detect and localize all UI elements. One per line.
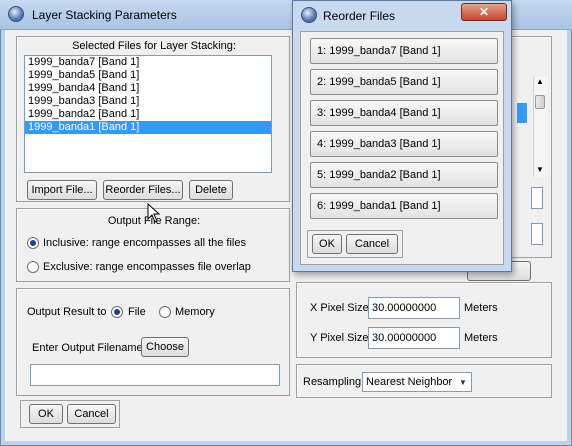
main-cancel-button[interactable]: Cancel xyxy=(67,404,116,424)
output-result-panel: Output Result to File Memory Enter Outpu… xyxy=(16,288,290,396)
output-file-radio[interactable] xyxy=(111,306,123,318)
list-item[interactable]: 1999_banda5 [Band 1] xyxy=(25,69,271,82)
import-file-button[interactable]: Import File... xyxy=(27,180,97,200)
output-filename-label: Enter Output Filename xyxy=(32,342,143,354)
reorder-files-dialog: Reorder Files ✕ OK Cancel 1: 1999_banda7… xyxy=(292,0,512,272)
exclusive-radio[interactable] xyxy=(27,261,39,273)
scroll-thumb[interactable] xyxy=(535,95,545,109)
output-memory-radio[interactable] xyxy=(159,306,171,318)
selected-files-panel: Selected Files for Layer Stacking: 1999_… xyxy=(16,36,290,202)
exclusive-label[interactable]: Exclusive: range encompasses file overla… xyxy=(43,261,251,273)
y-pixel-size-input[interactable]: 30.00000000 xyxy=(368,327,460,349)
inclusive-radio[interactable] xyxy=(27,237,39,249)
app-globe-icon xyxy=(8,6,24,22)
reorder-item[interactable]: 1: 1999_banda7 [Band 1] xyxy=(310,38,498,64)
reorder-item[interactable]: 5: 1999_banda2 [Band 1] xyxy=(310,162,498,188)
list-item[interactable]: 1999_banda2 [Band 1] xyxy=(25,108,271,121)
dropdown-arrow-icon: ▼ xyxy=(459,377,467,387)
dialog-globe-icon xyxy=(301,7,317,23)
delete-button[interactable]: Delete xyxy=(189,180,233,200)
reorder-item[interactable]: 3: 1999_banda4 [Band 1] xyxy=(310,100,498,126)
x-pixel-size-label: X Pixel Size xyxy=(310,302,369,314)
scroll-up-arrow-icon[interactable]: ▲ xyxy=(536,77,544,86)
close-icon[interactable]: ✕ xyxy=(461,3,507,21)
reorder-item[interactable]: 2: 1999_banda5 [Band 1] xyxy=(310,69,498,95)
reorder-item[interactable]: 6: 1999_banda1 [Band 1] xyxy=(310,193,498,219)
inclusive-label[interactable]: Inclusive: range encompasses all the fil… xyxy=(43,237,246,249)
x-pixel-size-unit: Meters xyxy=(464,302,498,314)
scroll-down-arrow-icon[interactable]: ▼ xyxy=(536,165,544,174)
x-pixel-size-input[interactable]: 30.00000000 xyxy=(368,297,460,319)
resampling-panel: Resampling Nearest Neighbor ▼ xyxy=(296,364,552,398)
resampling-label: Resampling xyxy=(303,376,362,388)
list-item[interactable]: 1999_banda4 [Band 1] xyxy=(25,82,271,95)
reorder-dialog-title: Reorder Files xyxy=(323,9,396,23)
selected-files-heading: Selected Files for Layer Stacking: xyxy=(72,40,236,52)
selected-projection-highlight xyxy=(517,103,527,123)
reorder-item[interactable]: 4: 1999_banda3 [Band 1] xyxy=(310,131,498,157)
output-filename-input[interactable] xyxy=(30,364,280,386)
pixel-size-panel: X Pixel Size 30.00000000 Meters Y Pixel … xyxy=(296,282,552,358)
y-pixel-size-label: Y Pixel Size xyxy=(310,332,369,344)
list-item[interactable]: 1999_banda1 [Band 1] xyxy=(25,121,271,134)
reorder-dialog-body: OK Cancel 1: 1999_banda7 [Band 1] 2: 1999… xyxy=(300,31,504,265)
right-scrollbar[interactable]: ▲ ▼ xyxy=(533,77,547,177)
y-pixel-size-unit: Meters xyxy=(464,332,498,344)
datum-field[interactable] xyxy=(531,223,543,245)
main-window-title: Layer Stacking Parameters xyxy=(32,8,177,22)
projection-field[interactable] xyxy=(531,187,543,209)
main-ok-button[interactable]: OK xyxy=(29,404,63,424)
output-memory-label[interactable]: Memory xyxy=(175,306,215,318)
reorder-cancel-button[interactable]: Cancel xyxy=(346,234,398,254)
list-item[interactable]: 1999_banda7 [Band 1] xyxy=(25,56,271,69)
mouse-cursor-icon xyxy=(147,203,161,223)
reorder-files-button[interactable]: Reorder Files... xyxy=(103,180,183,200)
resampling-select[interactable]: Nearest Neighbor ▼ xyxy=(362,372,472,392)
choose-button[interactable]: Choose xyxy=(141,337,189,357)
resampling-value: Nearest Neighbor xyxy=(366,376,453,388)
list-item[interactable]: 1999_banda3 [Band 1] xyxy=(25,95,271,108)
output-file-label[interactable]: File xyxy=(128,306,146,318)
output-result-label: Output Result to xyxy=(27,306,107,318)
reorder-ok-button[interactable]: OK xyxy=(312,234,342,254)
selected-files-list[interactable]: 1999_banda7 [Band 1] 1999_banda5 [Band 1]… xyxy=(24,55,272,173)
